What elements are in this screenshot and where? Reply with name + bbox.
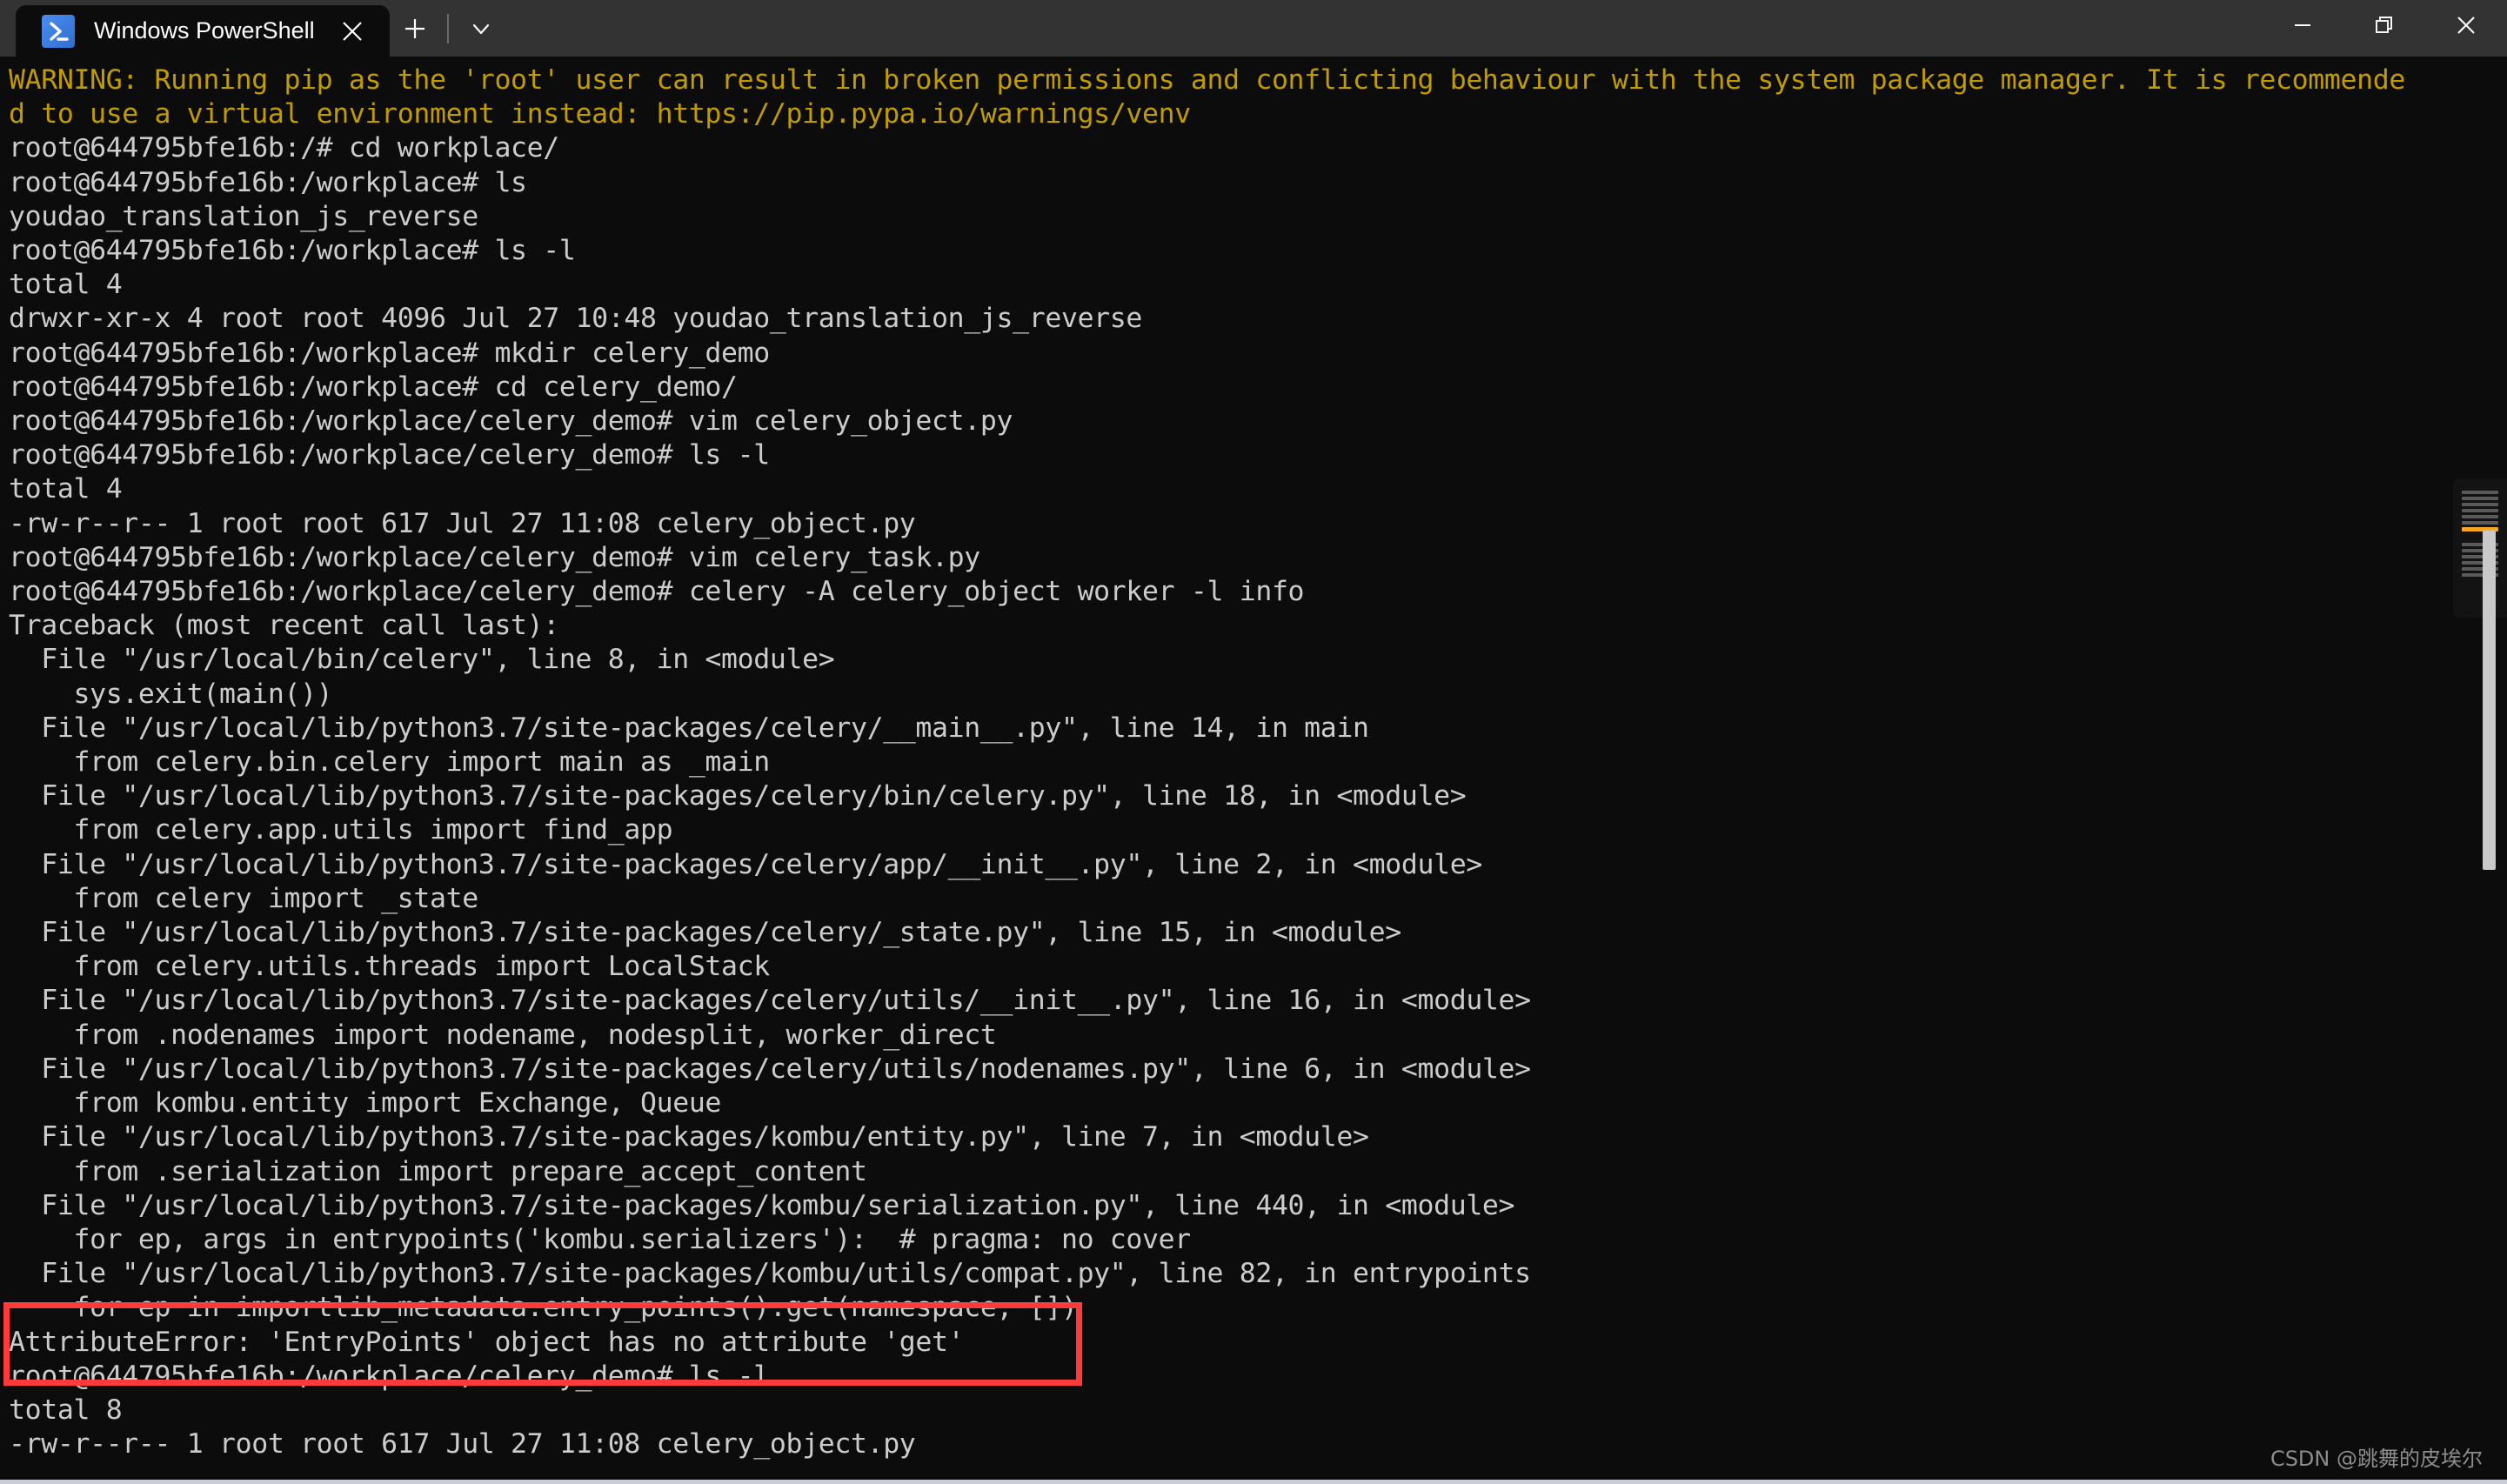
close-window-button[interactable] (2425, 0, 2507, 50)
terminal-line: -rw-r--r-- 1 root root 617 Jul 27 11:08 … (9, 1428, 916, 1461)
terminal-line: from celery.app.utils import find_app (9, 814, 673, 846)
bottom-strip (0, 1480, 2507, 1484)
terminal-line: from kombu.entity import Exchange, Queue (9, 1087, 722, 1120)
terminal-line-list: WARNING: Running pip as the 'root' user … (9, 64, 2507, 1461)
terminal-line: File "/usr/local/lib/python3.7/site-pack… (9, 917, 1401, 949)
terminal-line: from .nodenames import nodename, nodespl… (9, 1019, 997, 1051)
terminal-line: root@644795bfe16b:/workplace/celery_demo… (9, 541, 980, 573)
tab-dropdown-button[interactable] (456, 6, 506, 51)
terminal-line: drwxr-xr-x 4 root root 4096 Jul 27 10:48… (9, 303, 1143, 335)
terminal-line: total 4 (9, 269, 123, 301)
terminal-line: File "/usr/local/lib/python3.7/site-pack… (9, 1121, 1369, 1153)
watermark: CSDN @跳舞的皮埃尔 (2270, 1447, 2483, 1471)
toolbar-divider (447, 13, 449, 43)
terminal-line: File "/usr/local/lib/python3.7/site-pack… (9, 712, 1369, 744)
terminal-line: root@644795bfe16b:/workplace/celery_demo… (9, 405, 1013, 438)
scrollbar-thumb[interactable] (2483, 531, 2496, 870)
terminal-line: File "/usr/local/lib/python3.7/site-pack… (9, 848, 1482, 880)
minimap-row (2462, 491, 2498, 494)
terminal-line: Traceback (most recent call last): (9, 610, 559, 642)
terminal-line: root@644795bfe16b:/workplace/celery_demo… (9, 576, 1305, 608)
terminal-line: sys.exit(main()) (9, 678, 333, 710)
terminal-line: root@644795bfe16b:/workplace# ls -l (9, 235, 576, 267)
terminal-line: root@644795bfe16b:/workplace/celery_demo… (9, 439, 770, 471)
tab-strip: Windows PowerShell (0, 0, 2262, 57)
scrollbar-track[interactable] (2453, 57, 2507, 1484)
terminal-line: File "/usr/local/lib/python3.7/site-pack… (9, 1053, 1531, 1085)
terminal-line: root@644795bfe16b:/workplace# ls (9, 166, 527, 198)
window-controls (2262, 0, 2507, 57)
terminal-line: File "/usr/local/lib/python3.7/site-pack… (9, 780, 1467, 812)
terminal-line: youdao_translation_js_reverse (9, 200, 478, 232)
minimap-row (2462, 515, 2498, 518)
terminal-line: from celery.utils.threads import LocalSt… (9, 951, 770, 983)
terminal-line: from .serialization import prepare_accep… (9, 1155, 867, 1187)
terminal-line: total 4 (9, 473, 123, 505)
scrollbar-minimap (2453, 478, 2507, 618)
close-tab-icon[interactable] (332, 11, 372, 51)
minimap-row (2462, 509, 2498, 512)
terminal-line: for ep, args in entrypoints('kombu.seria… (9, 1223, 1191, 1255)
minimap-row (2462, 503, 2498, 506)
terminal-line: root@644795bfe16b:/workplace/celery_demo… (9, 1360, 770, 1392)
terminal-line: root@644795bfe16b:/workplace# mkdir cele… (9, 337, 770, 369)
terminal-line: from celery import _state (9, 882, 478, 914)
new-tab-group (390, 5, 506, 57)
terminal-warning-line: d to use a virtual environment instead: … (9, 98, 1191, 130)
terminal-line: total 8 (9, 1394, 123, 1426)
tab-windows-powershell[interactable]: Windows PowerShell (16, 5, 390, 57)
tab-title: Windows PowerShell (94, 17, 315, 43)
terminal-line: -rw-r--r-- 1 root root 617 Jul 27 11:08 … (9, 507, 916, 539)
maximize-restore-button[interactable] (2343, 0, 2425, 50)
terminal-warning-line: WARNING: Running pip as the 'root' user … (9, 64, 2405, 96)
minimize-button[interactable] (2262, 0, 2343, 50)
terminal-line: from celery.bin.celery import main as _m… (9, 746, 770, 779)
terminal-line: for ep in importlib_metadata.entry_point… (9, 1292, 1078, 1324)
minimap-row (2462, 521, 2498, 525)
powershell-icon (42, 14, 75, 48)
terminal-line: root@644795bfe16b:/# cd workplace/ (9, 132, 559, 164)
terminal-line: File "/usr/local/lib/python3.7/site-pack… (9, 1258, 1531, 1290)
terminal-line: root@644795bfe16b:/workplace# cd celery_… (9, 371, 738, 403)
terminal-output[interactable]: WARNING: Running pip as the 'root' user … (0, 57, 2507, 1484)
terminal-line: File "/usr/local/lib/python3.7/site-pack… (9, 1189, 1515, 1221)
terminal-line: AttributeError: 'EntryPoints' object has… (9, 1326, 965, 1358)
title-bar: Windows PowerShell (0, 0, 2507, 57)
terminal-line: File "/usr/local/lib/python3.7/site-pack… (9, 985, 1531, 1017)
minimap-row (2462, 497, 2498, 500)
new-tab-button[interactable] (390, 6, 440, 51)
terminal-line: File "/usr/local/bin/celery", line 8, in… (9, 644, 835, 676)
